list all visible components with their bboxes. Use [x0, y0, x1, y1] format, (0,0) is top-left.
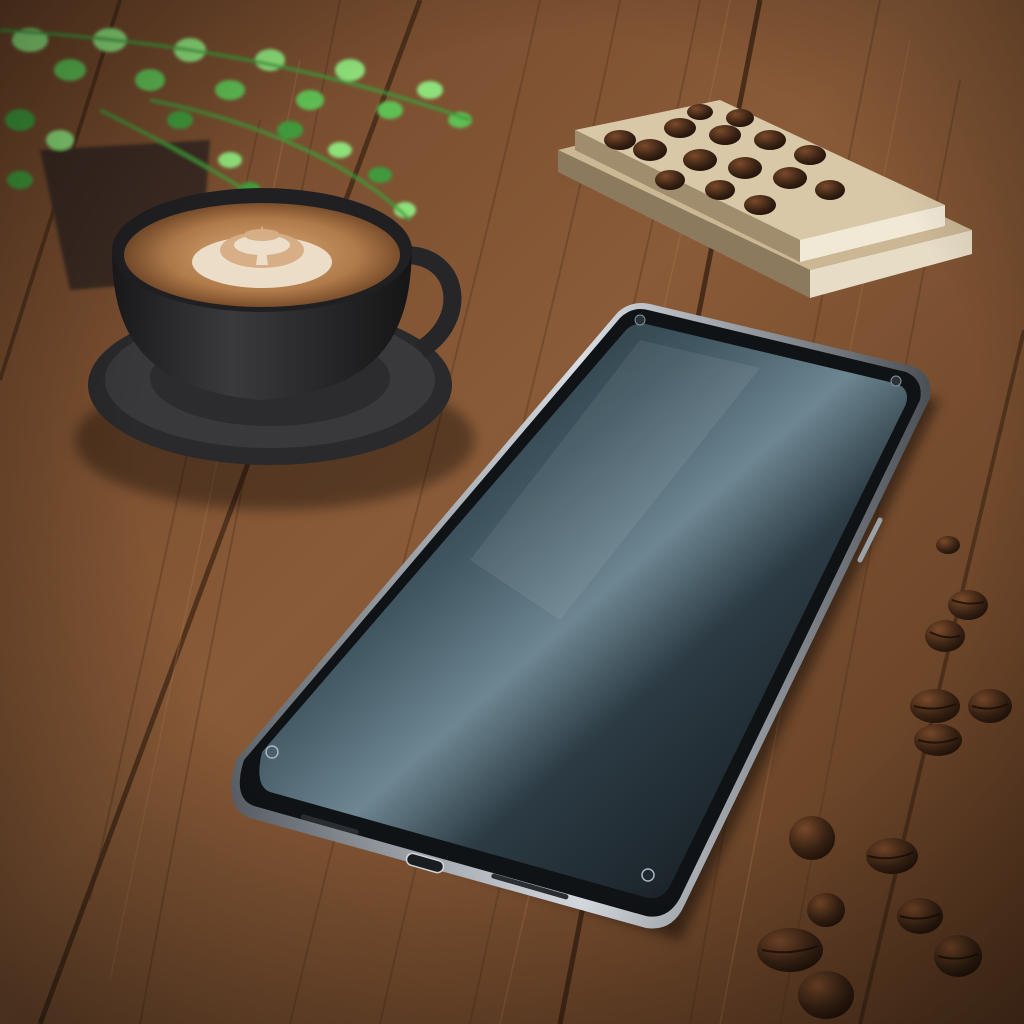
vignette: [0, 0, 1024, 1024]
photo-scene: [0, 0, 1024, 1024]
scene-canvas: [0, 0, 1024, 1024]
